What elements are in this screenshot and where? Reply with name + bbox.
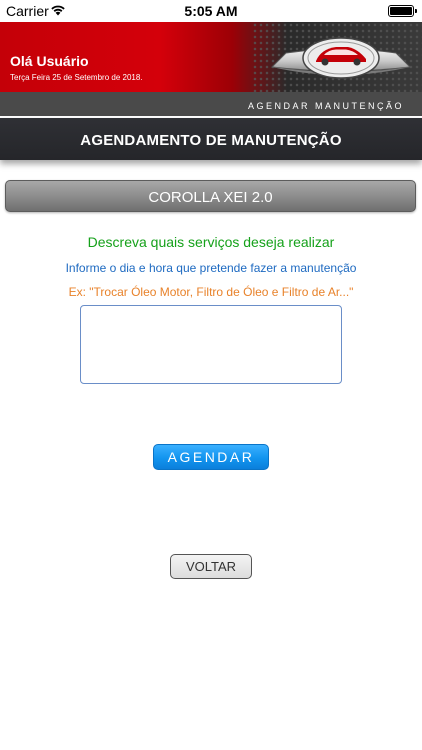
app-screen: Carrier 5:05 AM Olá Usuário Terça Feira …: [0, 0, 422, 750]
app-header: Olá Usuário Terça Feira 25 de Setembro d…: [0, 22, 422, 92]
battery-full-icon: [388, 5, 417, 17]
section-label: AGENDAR MANUTENÇÃO: [247, 101, 404, 111]
status-bar: Carrier 5:05 AM: [0, 0, 422, 22]
page-title: AGENDAMENTO DE MANUTENÇÃO: [80, 132, 342, 149]
vehicle-name: COROLLA XEI 2.0: [148, 189, 273, 206]
back-button[interactable]: VOLTAR: [170, 554, 252, 579]
selected-vehicle-bar: COROLLA XEI 2.0: [5, 180, 416, 212]
user-greeting: Olá Usuário: [10, 53, 89, 69]
services-textarea[interactable]: [80, 305, 342, 384]
schedule-button[interactable]: AGENDAR: [153, 444, 269, 470]
instruction-main: Descreva quais serviços deseja realizar: [87, 234, 335, 250]
status-time: 5:05 AM: [184, 3, 238, 19]
section-nav-strip: AGENDAR MANUTENÇÃO: [0, 92, 422, 116]
page-title-bar: AGENDAMENTO DE MANUTENÇÃO: [0, 118, 422, 160]
instruction-secondary: Informe o dia e hora que pretende fazer …: [65, 261, 357, 275]
mecauto-logo: [270, 37, 412, 79]
example-hint: Ex: "Trocar Óleo Motor, Filtro de Óleo e…: [68, 285, 354, 299]
current-date: Terça Feira 25 de Setembro de 2018.: [10, 73, 143, 82]
